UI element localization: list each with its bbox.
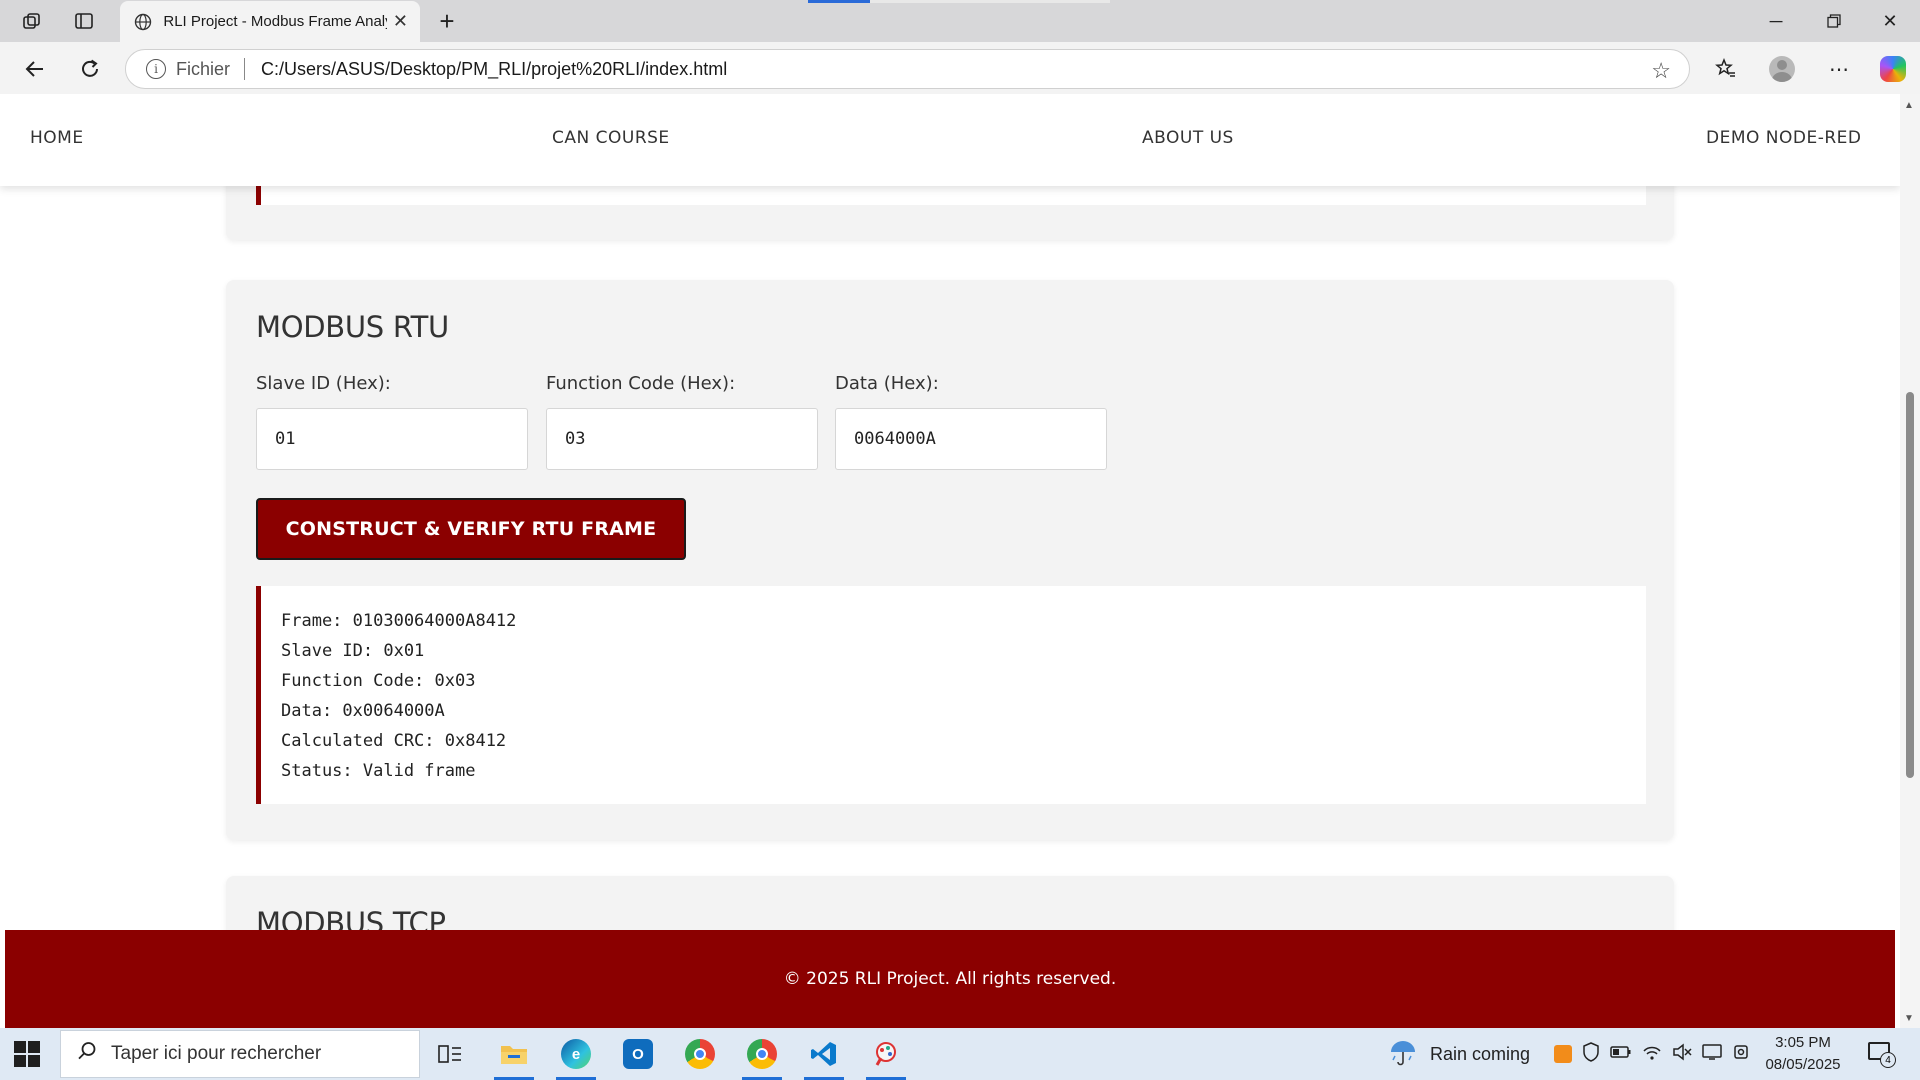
taskbar-search[interactable]: Taper ici pour rechercher — [60, 1030, 420, 1078]
result-slave-id: Slave ID: 0x01 — [281, 641, 425, 661]
modbus-rtu-card: MODBUS RTU Slave ID (Hex): 01 Function C… — [226, 280, 1674, 840]
rain-umbrella-icon — [1388, 1038, 1418, 1071]
windows-taskbar: Taper ici pour rechercher e O Rain comin… — [0, 1028, 1920, 1080]
site-navbar: HOME CAN COURSE ABOUT US DEMO NODE-RED — [0, 94, 1900, 186]
clock-date: 08/05/2025 — [1765, 1056, 1841, 1073]
chrome-icon[interactable] — [676, 1034, 724, 1074]
windows-start-icon[interactable] — [14, 1041, 40, 1067]
notification-count: 4 — [1880, 1052, 1896, 1068]
wifi-icon[interactable] — [1642, 1043, 1662, 1066]
slave-id-label: Slave ID (Hex): — [256, 373, 391, 394]
browser-tab-bar: RLI Project - Modbus Frame Analyzer ✕ + … — [0, 0, 1920, 42]
file-explorer-icon[interactable] — [490, 1034, 538, 1080]
back-icon[interactable] — [18, 52, 52, 86]
display-icon[interactable] — [1702, 1043, 1722, 1066]
data-input[interactable]: 0064000A — [835, 408, 1107, 470]
refresh-icon[interactable] — [73, 52, 107, 86]
section-title: MODBUS RTU — [256, 310, 449, 344]
scroll-down-arrow-icon[interactable]: ▼ — [1904, 1013, 1914, 1024]
nav-about-us[interactable]: ABOUT US — [1142, 128, 1234, 148]
notification-center-icon[interactable]: 4 — [1868, 1040, 1898, 1068]
loading-track — [870, 0, 1110, 3]
tray-app-icon[interactable] — [1554, 1045, 1572, 1063]
clock-time: 3:05 PM — [1775, 1034, 1831, 1051]
favorite-star-icon[interactable]: ☆ — [1651, 58, 1671, 84]
meet-now-icon[interactable] — [1732, 1043, 1750, 1066]
favorites-icon[interactable] — [1709, 52, 1743, 86]
loading-indicator — [808, 0, 870, 3]
result-status: Status: Valid frame — [281, 761, 476, 781]
info-icon[interactable]: i — [146, 59, 166, 79]
task-view-icon[interactable] — [426, 1034, 474, 1074]
url-text[interactable]: C:/Users/ASUS/Desktop/PM_RLI/projet%20RL… — [261, 59, 727, 80]
rtu-result-box: Frame: 01030064000A8412 Slave ID: 0x01 F… — [256, 586, 1646, 804]
result-crc: Calculated CRC: 0x8412 — [281, 731, 507, 751]
copilot-icon[interactable] — [1876, 52, 1910, 86]
nav-demo-node-red[interactable]: DEMO NODE-RED — [1706, 128, 1862, 148]
function-code-label: Function Code (Hex): — [546, 373, 736, 394]
tab-title: RLI Project - Modbus Frame Analyzer — [163, 13, 387, 30]
weather-text: Rain coming — [1430, 1043, 1531, 1064]
scroll-up-arrow-icon[interactable]: ▲ — [1904, 100, 1914, 111]
result-function-code: Function Code: 0x03 — [281, 671, 476, 691]
construct-verify-rtu-button[interactable]: CONSTRUCT & VERIFY RTU FRAME — [256, 498, 686, 560]
address-bar-row: i Fichier C:/Users/ASUS/Desktop/PM_RLI/p… — [0, 42, 1920, 94]
outlook-icon[interactable]: O — [614, 1034, 662, 1074]
new-tab-icon[interactable]: + — [432, 6, 462, 36]
globe-icon — [132, 11, 153, 33]
volume-muted-icon[interactable] — [1672, 1042, 1692, 1066]
paint-icon[interactable] — [862, 1034, 910, 1080]
url-bar[interactable]: i Fichier C:/Users/ASUS/Desktop/PM_RLI/p… — [125, 49, 1690, 89]
system-tray — [1554, 1028, 1750, 1080]
page-viewport: HOME CAN COURSE ABOUT US DEMO NODE-RED M… — [0, 94, 1900, 1028]
page-scrollbar[interactable]: ▲ ▼ — [1900, 94, 1920, 1028]
security-shield-icon[interactable] — [1582, 1041, 1600, 1067]
chrome-icon-2[interactable] — [738, 1034, 786, 1080]
tab-actions-icon[interactable] — [70, 8, 98, 34]
minimize-icon[interactable]: ─ — [1756, 6, 1796, 36]
vscode-icon[interactable] — [800, 1034, 848, 1080]
slave-id-input[interactable]: 01 — [256, 408, 528, 470]
url-scheme: Fichier — [176, 58, 231, 79]
taskbar-clock[interactable]: 3:05 PM 08/05/2025 — [1758, 1032, 1848, 1076]
search-placeholder: Taper ici pour rechercher — [111, 1043, 322, 1064]
function-code-input[interactable]: 03 — [546, 408, 818, 470]
result-data: Data: 0x0064000A — [281, 701, 445, 721]
nav-can-course[interactable]: CAN COURSE — [552, 128, 670, 148]
workspaces-icon[interactable] — [18, 8, 46, 34]
nav-home[interactable]: HOME — [30, 128, 84, 148]
close-window-icon[interactable]: ✕ — [1870, 6, 1910, 36]
result-frame: Frame: 01030064000A8412 — [281, 611, 517, 631]
url-separator — [244, 58, 246, 80]
more-icon[interactable]: ⋯ — [1822, 52, 1856, 86]
site-footer: © 2025 RLI Project. All rights reserved. — [5, 930, 1895, 1028]
weather-widget[interactable]: Rain coming — [1388, 1028, 1530, 1080]
search-icon — [77, 1041, 97, 1067]
data-label: Data (Hex): — [835, 373, 939, 394]
edge-icon[interactable]: e — [552, 1034, 600, 1080]
active-tab[interactable]: RLI Project - Modbus Frame Analyzer ✕ — [120, 1, 420, 42]
close-tab-icon[interactable]: ✕ — [393, 11, 408, 32]
profile-icon[interactable] — [1765, 52, 1799, 86]
battery-icon[interactable] — [1610, 1045, 1632, 1064]
restore-icon[interactable] — [1814, 6, 1854, 36]
footer-copyright: © 2025 RLI Project. All rights reserved. — [783, 969, 1117, 989]
scroll-thumb[interactable] — [1906, 392, 1914, 778]
